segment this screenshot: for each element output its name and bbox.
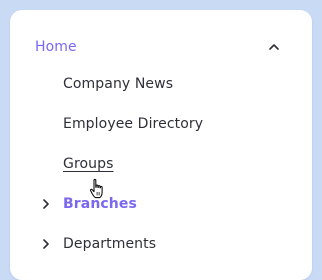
menu-item-home-label: Home [35, 39, 77, 55]
menu-item-departments-label: Departments [63, 236, 157, 252]
submenu-item-company-news[interactable]: Company News [10, 72, 312, 96]
submenu-item-employee-directory[interactable]: Employee Directory [10, 112, 312, 136]
chevron-right-icon[interactable] [40, 238, 52, 250]
hand-pointer-cursor-icon [89, 178, 103, 199]
chevron-right-icon[interactable] [40, 198, 52, 210]
chevron-up-icon[interactable] [268, 41, 280, 53]
submenu-item-label: Groups [63, 156, 114, 172]
submenu-item-label: Employee Directory [63, 116, 204, 132]
menu-item-home[interactable]: Home [10, 35, 312, 59]
submenu-item-label: Company News [63, 76, 174, 92]
submenu-item-groups[interactable]: Groups [10, 152, 312, 176]
navigation-card: Home Company News Employee Directory Gro… [10, 10, 312, 280]
menu-item-branches[interactable]: Branches [10, 192, 312, 216]
menu-item-departments[interactable]: Departments [10, 232, 312, 256]
